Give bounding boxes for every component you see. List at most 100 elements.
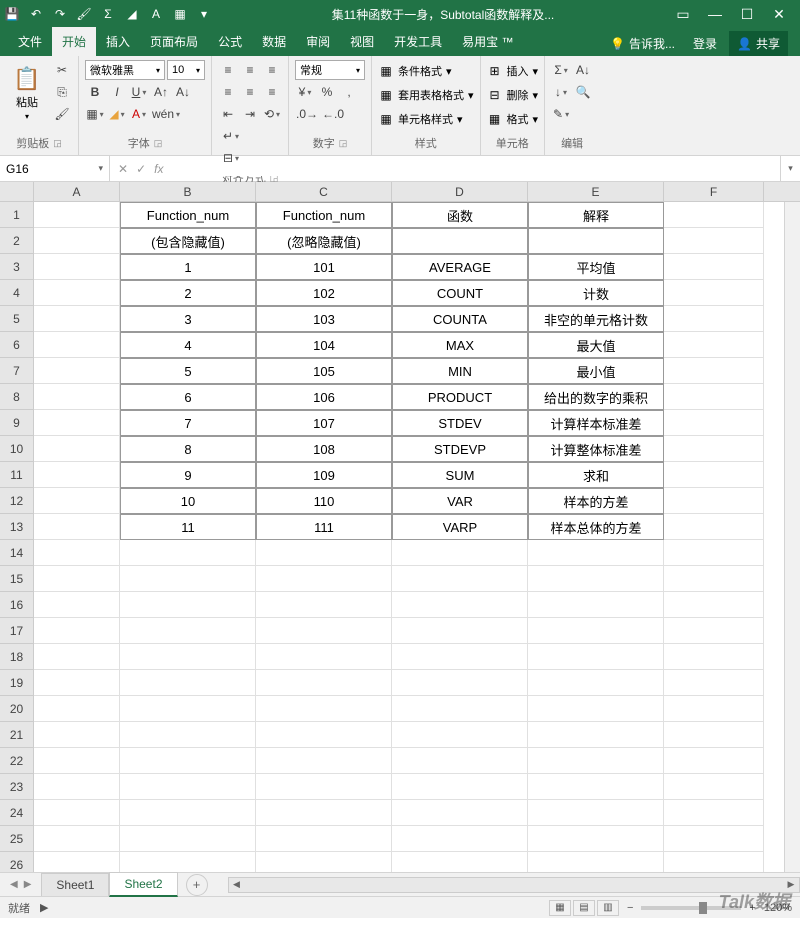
col-header-f[interactable]: F [664, 182, 764, 201]
zoom-slider[interactable] [641, 906, 741, 910]
font-color-button[interactable]: A [129, 104, 149, 124]
cell[interactable]: 105 [256, 358, 392, 384]
hscroll-left-icon[interactable]: ◀ [229, 878, 245, 892]
cell[interactable] [34, 280, 120, 306]
row-header[interactable]: 18 [0, 644, 34, 670]
name-box[interactable]: ▾ [0, 156, 110, 181]
cell[interactable]: STDEVP [392, 436, 528, 462]
row-header[interactable]: 17 [0, 618, 34, 644]
undo-icon[interactable]: ↶ [28, 6, 44, 22]
cell[interactable] [392, 696, 528, 722]
cell[interactable]: COUNTA [392, 306, 528, 332]
cell[interactable] [120, 670, 256, 696]
row-header[interactable]: 5 [0, 306, 34, 332]
vertical-scrollbar[interactable] [784, 202, 800, 872]
decrease-indent-icon[interactable]: ⇤ [218, 104, 238, 124]
wrap-text-icon[interactable]: ↵ [218, 126, 244, 146]
fill-color-button[interactable]: ◢ [107, 104, 127, 124]
tab-page-layout[interactable]: 页面布局 [140, 27, 208, 56]
cell[interactable] [664, 566, 764, 592]
cell[interactable] [34, 696, 120, 722]
format-painter-icon[interactable]: 🖌 [52, 104, 72, 124]
cell[interactable]: 计数 [528, 280, 664, 306]
cell[interactable]: COUNT [392, 280, 528, 306]
row-header[interactable]: 2 [0, 228, 34, 254]
cell[interactable] [120, 722, 256, 748]
cell[interactable]: 4 [120, 332, 256, 358]
cell[interactable] [120, 644, 256, 670]
tab-addin[interactable]: 易用宝 ™ [452, 27, 523, 56]
name-box-input[interactable] [6, 162, 76, 176]
clipboard-launcher-icon[interactable]: ◲ [53, 138, 62, 149]
row-header[interactable]: 1 [0, 202, 34, 228]
cell[interactable] [664, 852, 764, 872]
row-header[interactable]: 10 [0, 436, 34, 462]
cell[interactable] [528, 592, 664, 618]
macro-record-icon[interactable]: ▶ [40, 901, 48, 914]
row-header[interactable]: 11 [0, 462, 34, 488]
name-box-drop-icon[interactable]: ▾ [98, 163, 103, 174]
cell[interactable]: 计算样本标准差 [528, 410, 664, 436]
sheet-tab-1[interactable]: Sheet1 [41, 873, 109, 896]
row-header[interactable]: 12 [0, 488, 34, 514]
row-header[interactable]: 22 [0, 748, 34, 774]
font-name-select[interactable]: 微软雅黑▾ [85, 60, 165, 80]
cell[interactable]: STDEV [392, 410, 528, 436]
cell[interactable]: (忽略隐藏值) [256, 228, 392, 254]
cell[interactable] [664, 228, 764, 254]
page-break-view-icon[interactable]: ▥ [597, 900, 619, 916]
row-header[interactable]: 25 [0, 826, 34, 852]
cell[interactable] [664, 670, 764, 696]
cell[interactable]: 104 [256, 332, 392, 358]
cell[interactable] [664, 410, 764, 436]
tab-file[interactable]: 文件 [8, 27, 52, 56]
cell[interactable]: 11 [120, 514, 256, 540]
cell[interactable]: 最大值 [528, 332, 664, 358]
cell[interactable] [664, 774, 764, 800]
zoom-level[interactable]: 120% [764, 902, 792, 914]
tell-me[interactable]: 💡告诉我... [604, 31, 681, 56]
share-button[interactable]: 👤共享 [729, 31, 788, 56]
cell[interactable] [256, 618, 392, 644]
cell[interactable]: 111 [256, 514, 392, 540]
cell[interactable] [392, 670, 528, 696]
table-format-button[interactable]: ▦套用表格格式 ▾ [378, 84, 474, 106]
cell[interactable] [392, 774, 528, 800]
cell[interactable]: 1 [120, 254, 256, 280]
sigma-icon[interactable]: Σ [100, 6, 116, 22]
cell[interactable]: 计算整体标准差 [528, 436, 664, 462]
row-header[interactable]: 3 [0, 254, 34, 280]
cell[interactable] [34, 358, 120, 384]
col-header-c[interactable]: C [256, 182, 392, 201]
cell[interactable] [664, 358, 764, 384]
ribbon-options-icon[interactable]: ▭ [674, 5, 692, 23]
cell[interactable]: PRODUCT [392, 384, 528, 410]
increase-indent-icon[interactable]: ⇥ [240, 104, 260, 124]
cell[interactable]: MAX [392, 332, 528, 358]
cell[interactable] [256, 540, 392, 566]
cell[interactable] [664, 644, 764, 670]
cell[interactable] [664, 592, 764, 618]
tab-data[interactable]: 数据 [252, 27, 296, 56]
cell[interactable]: 103 [256, 306, 392, 332]
login-button[interactable]: 登录 [685, 31, 725, 56]
row-header[interactable]: 21 [0, 722, 34, 748]
cell[interactable]: 样本的方差 [528, 488, 664, 514]
cell[interactable]: SUM [392, 462, 528, 488]
cell[interactable] [664, 748, 764, 774]
cell[interactable] [256, 696, 392, 722]
increase-decimal-icon[interactable]: .0→ [295, 104, 319, 124]
copy-icon[interactable]: ⎘ [52, 82, 72, 102]
cell[interactable]: VARP [392, 514, 528, 540]
cell[interactable] [664, 280, 764, 306]
tab-view[interactable]: 视图 [340, 27, 384, 56]
cell[interactable] [528, 228, 664, 254]
cell[interactable] [664, 540, 764, 566]
insert-cells-button[interactable]: ⊞插入 ▾ [487, 60, 539, 82]
tab-insert[interactable]: 插入 [96, 27, 140, 56]
cell[interactable]: 101 [256, 254, 392, 280]
cell[interactable] [34, 852, 120, 872]
italic-button[interactable]: I [107, 82, 127, 102]
cell[interactable] [34, 254, 120, 280]
formula-input[interactable] [171, 162, 780, 176]
